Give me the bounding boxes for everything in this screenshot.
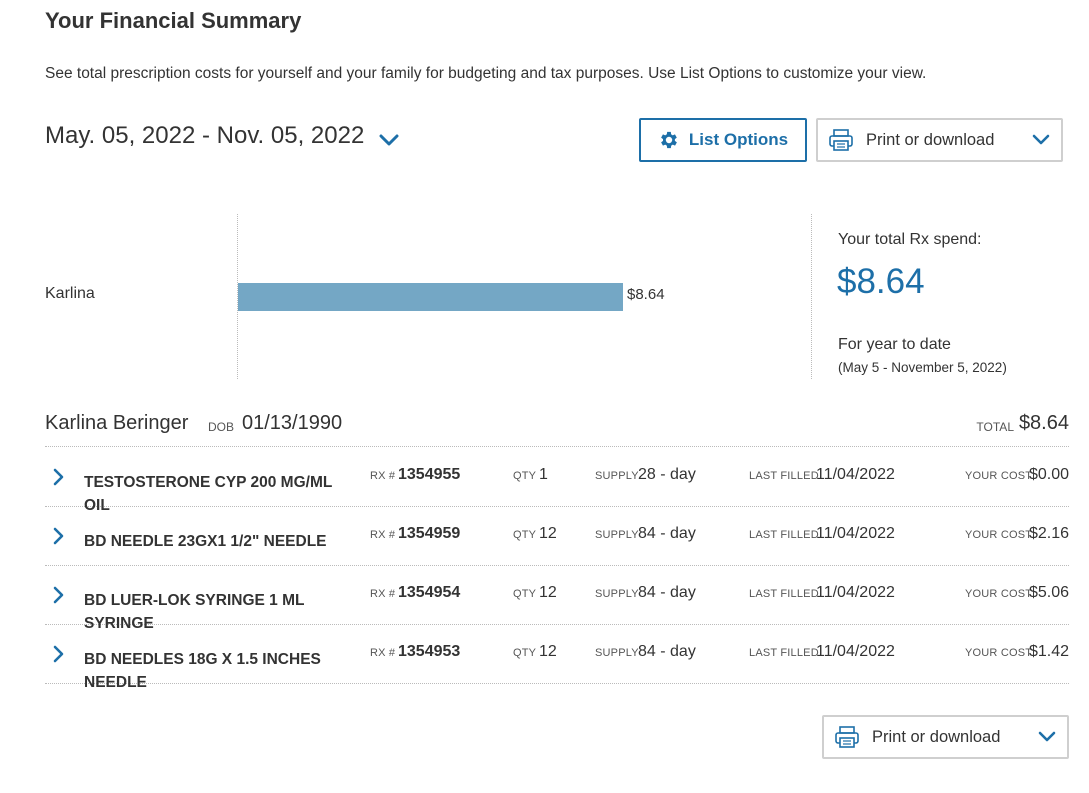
last-filled-value: 11/04/2022 [816, 584, 895, 601]
prescription-list: TESTOSTERONE CYP 200 MG/ML OIL RX # 1354… [45, 448, 1069, 691]
table-row[interactable]: BD NEEDLES 18G X 1.5 INCHES NEEDLE RX # … [45, 625, 1069, 691]
supply-label: SUPPLY [595, 529, 639, 541]
chevron-down-icon [1032, 134, 1050, 145]
printer-icon [835, 726, 859, 748]
qty-value: 12 [539, 584, 557, 601]
supply-value: 84 - day [638, 525, 696, 542]
last-filled-label: LAST FILLED [749, 529, 819, 541]
supply-value: 84 - day [638, 584, 696, 601]
qty-label: QTY [513, 529, 537, 541]
list-options-label: List Options [688, 130, 789, 149]
chevron-right-icon[interactable] [53, 468, 65, 486]
member-header: Karlina Beringer DOB 01/13/1990 TOTAL $8… [45, 409, 1069, 447]
your-cost-value: $1.42 [1028, 643, 1069, 660]
print-download-dropdown[interactable]: Print or download [822, 715, 1069, 759]
table-row[interactable]: TESTOSTERONE CYP 200 MG/ML OIL RX # 1354… [45, 448, 1069, 514]
page-title: Your Financial Summary [45, 8, 302, 33]
chart-value-label: $8.64 [627, 286, 665, 303]
print-download-label: Print or download [866, 130, 995, 149]
total-spend-label: Your total Rx spend: [838, 231, 982, 248]
list-options-button[interactable]: List Options [639, 118, 807, 162]
qty-label: QTY [513, 470, 537, 482]
table-row[interactable]: BD NEEDLE 23GX1 1/2" NEEDLE RX # 1354959… [45, 507, 1069, 566]
rx-number-label: RX # [370, 470, 396, 482]
your-cost-label: YOUR COST [965, 470, 1033, 482]
rx-number-label: RX # [370, 529, 396, 541]
chart-category-label: Karlina [45, 285, 95, 302]
chevron-down-icon [1038, 731, 1056, 742]
your-cost-value: $0.00 [1028, 466, 1069, 483]
rx-number-label: RX # [370, 588, 396, 600]
chevron-right-icon[interactable] [53, 645, 65, 663]
supply-label: SUPPLY [595, 588, 639, 600]
print-download-label: Print or download [872, 727, 1001, 746]
supply-label: SUPPLY [595, 470, 639, 482]
last-filled-label: LAST FILLED [749, 470, 819, 482]
your-cost-label: YOUR COST [965, 647, 1033, 659]
your-cost-value: $5.06 [1028, 584, 1069, 601]
member-name: Karlina Beringer [45, 412, 189, 434]
qty-label: QTY [513, 647, 537, 659]
ytd-range: (May 5 - November 5, 2022) [838, 360, 1007, 375]
drug-name: BD NEEDLES 18G X 1.5 INCHES NEEDLE [84, 651, 321, 691]
last-filled-label: LAST FILLED [749, 588, 819, 600]
chevron-right-icon[interactable] [53, 586, 65, 604]
qty-label: QTY [513, 588, 537, 600]
last-filled-value: 11/04/2022 [816, 466, 895, 483]
chevron-down-icon [379, 134, 399, 146]
chevron-right-icon[interactable] [53, 527, 65, 545]
total-spend-amount: $8.64 [837, 262, 925, 301]
supply-value: 84 - day [638, 643, 696, 660]
rx-number: 1354953 [398, 643, 461, 660]
last-filled-value: 11/04/2022 [816, 643, 895, 660]
your-cost-value: $2.16 [1028, 525, 1069, 542]
ytd-label: For year to date [838, 336, 951, 353]
last-filled-value: 11/04/2022 [816, 525, 895, 542]
rx-number: 1354959 [398, 525, 461, 542]
date-range-label: May. 05, 2022 - Nov. 05, 2022 [45, 122, 365, 149]
rx-number: 1354954 [398, 584, 461, 601]
rx-number-label: RX # [370, 647, 396, 659]
print-download-dropdown[interactable]: Print or download [816, 118, 1063, 162]
rx-number: 1354955 [398, 466, 461, 483]
qty-value: 1 [539, 466, 548, 483]
dob-value: 01/13/1990 [242, 412, 343, 434]
table-row[interactable]: BD LUER-LOK SYRINGE 1 ML SYRINGE RX # 13… [45, 566, 1069, 632]
supply-label: SUPPLY [595, 647, 639, 659]
chart-bar [238, 283, 623, 311]
dob-label: DOB [208, 420, 235, 434]
member-total-label: TOTAL [976, 420, 1014, 434]
your-cost-label: YOUR COST [965, 529, 1033, 541]
qty-value: 12 [539, 643, 557, 660]
last-filled-label: LAST FILLED [749, 647, 819, 659]
page-description: See total prescription costs for yoursel… [45, 65, 927, 82]
gear-icon [661, 131, 677, 149]
drug-name: BD NEEDLE 23GX1 1/2" NEEDLE [84, 533, 327, 550]
your-cost-label: YOUR COST [965, 588, 1033, 600]
qty-value: 12 [539, 525, 557, 542]
supply-value: 28 - day [638, 466, 696, 483]
date-range-selector[interactable]: May. 05, 2022 - Nov. 05, 2022 [45, 122, 400, 150]
printer-icon [829, 129, 853, 151]
member-total-value: $8.64 [1018, 412, 1069, 434]
chart-divider [811, 214, 812, 379]
